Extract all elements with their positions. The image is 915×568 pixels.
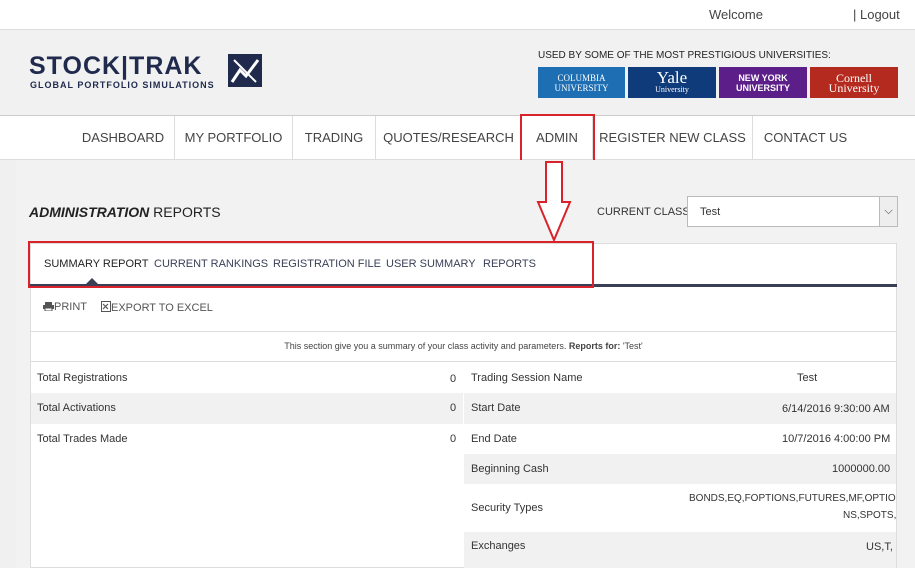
- welcome-text: Welcome: [709, 7, 763, 22]
- export-label: EXPORT TO EXCEL: [111, 302, 213, 314]
- print-button[interactable]: PRINT: [43, 301, 87, 313]
- nyu-logo: NEW YORK UNIVERSITY: [719, 67, 807, 98]
- stocktrak-logo-icon: [228, 54, 262, 87]
- nav-dashboard[interactable]: DASHBOARD: [72, 116, 174, 160]
- logo-text[interactable]: STOCK|TRAK: [29, 52, 202, 81]
- right-row-value: BONDS,EQ,FOPTIONS,FUTURES,MF,OPTIO: [689, 493, 896, 504]
- logo-subtitle: GLOBAL PORTFOLIO SIMULATIONS: [30, 80, 215, 90]
- row-stripe: [464, 532, 896, 568]
- left-row-value: 0: [450, 402, 457, 414]
- right-row-label: Exchanges: [471, 540, 526, 552]
- logout-link[interactable]: | Logout: [853, 7, 900, 22]
- admin-highlight-box: [520, 114, 595, 162]
- right-row-label: Beginning Cash: [471, 463, 549, 475]
- printer-icon: [43, 302, 54, 312]
- main-nav: DASHBOARD MY PORTFOLIO TRADING QUOTES/RE…: [0, 116, 915, 160]
- header: STOCK|TRAK GLOBAL PORTFOLIO SIMULATIONS …: [0, 30, 915, 116]
- current-class-label: CURRENT CLASS: [597, 206, 690, 218]
- nav-trading[interactable]: TRADING: [293, 116, 375, 160]
- export-excel-button[interactable]: EXPORT TO EXCEL: [101, 301, 213, 314]
- nav-quotes-research[interactable]: QUOTES/RESEARCH: [376, 116, 521, 160]
- top-bar: Welcome | Logout: [0, 0, 915, 30]
- columbia-logo: COLUMBIA UNIVERSITY: [538, 67, 625, 98]
- right-row-value: US,T,: [866, 541, 893, 553]
- page-title: ADMINISTRATION REPORTS: [29, 204, 221, 220]
- chevron-down-icon[interactable]: ⌵: [879, 197, 897, 226]
- nav-my-portfolio[interactable]: MY PORTFOLIO: [175, 116, 292, 160]
- left-row-value: 0: [450, 433, 457, 445]
- print-label: PRINT: [54, 301, 87, 313]
- current-class-select[interactable]: Test ⌵: [687, 196, 898, 227]
- right-row-value: Test: [797, 372, 818, 384]
- tabs-highlight-box: [28, 241, 594, 288]
- left-row-label: Total Activations: [37, 402, 116, 414]
- left-row-value: 0: [450, 373, 457, 385]
- right-row-value: 10/7/2016 4:00:00 PM: [782, 433, 891, 445]
- left-row-label: Total Registrations: [37, 372, 128, 384]
- right-row-label: Start Date: [471, 402, 521, 414]
- right-row-value: NS,SPOTS,: [843, 510, 897, 521]
- annotation-arrow: [536, 161, 572, 243]
- current-class-value: Test: [700, 206, 721, 218]
- right-row-value: 6/14/2016 9:30:00 AM: [782, 403, 890, 415]
- nav-register-new-class[interactable]: REGISTER NEW CLASS: [593, 116, 752, 160]
- universities-caption: USED BY SOME OF THE MOST PRESTIGIOUS UNI…: [538, 50, 831, 61]
- left-row-label: Total Trades Made: [37, 433, 128, 445]
- cornell-logo: Cornell University: [810, 67, 898, 98]
- right-row-label: Trading Session Name: [471, 372, 583, 384]
- excel-icon: [101, 301, 111, 312]
- right-row-value: 1000000.00: [832, 463, 891, 475]
- right-row-label: Security Types: [471, 502, 543, 514]
- summary-description: This section give you a summary of your …: [30, 331, 897, 362]
- nav-contact-us[interactable]: CONTACT US: [753, 116, 858, 160]
- yale-logo: Yale University: [628, 67, 716, 98]
- right-row-label: End Date: [471, 433, 517, 445]
